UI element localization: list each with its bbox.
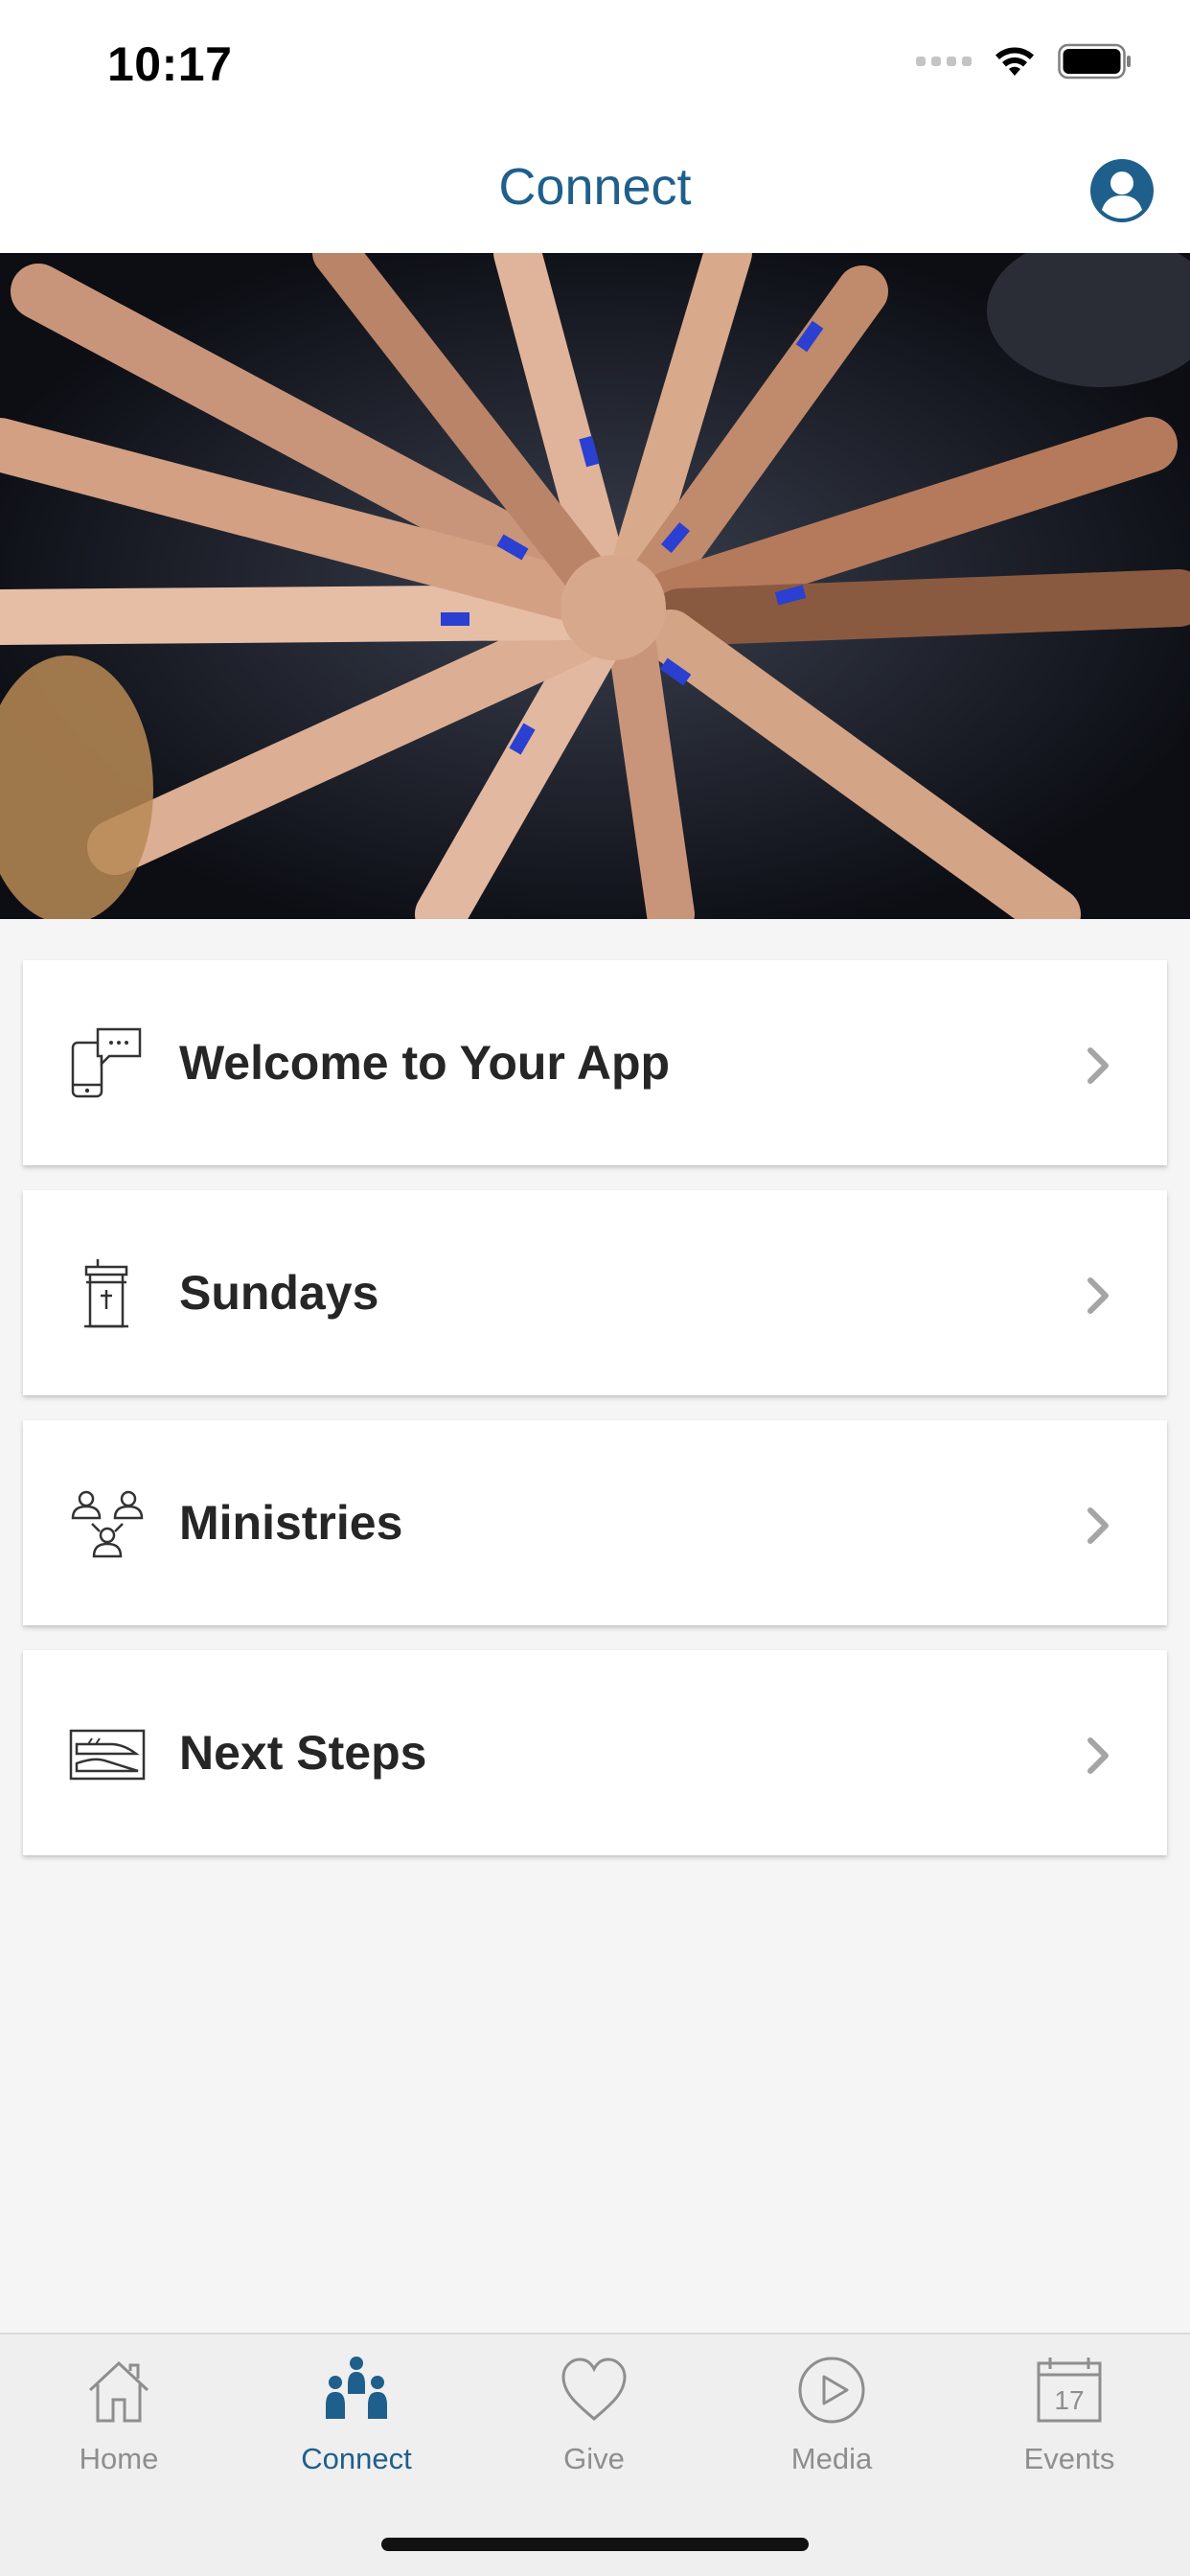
page-title: Connect [498,158,692,216]
people-group-icon [71,1490,144,1558]
menu-item-next-steps[interactable]: Next Steps [23,1650,1167,1855]
home-indicator[interactable] [381,2538,809,2551]
calendar-day: 17 [1054,2385,1084,2415]
menu-item-label: Sundays [179,1266,379,1320]
tab-label: Home [79,2442,159,2475]
tab-connect[interactable]: Connect [238,2334,475,2517]
status-bar: 10:17 [0,0,1190,128]
menu-item-label: Ministries [179,1496,403,1550]
tab-label: Events [1023,2442,1115,2475]
profile-button[interactable] [1088,157,1156,224]
menu-item-label: Next Steps [179,1726,427,1780]
tab-label: Media [790,2442,873,2475]
shoes-step-icon [69,1729,146,1781]
hero-image [0,253,1190,919]
tab-label: Give [563,2442,625,2475]
status-time: 10:17 [107,37,233,91]
wifi-icon [995,47,1034,76]
menu-item-sundays[interactable]: Sundays [23,1190,1167,1395]
chevron-right-icon [1087,1277,1109,1314]
phone-chat-icon [71,1027,142,1098]
tab-media[interactable]: Media [713,2334,950,2517]
user-avatar-icon [1090,159,1154,222]
tab-events[interactable]: 17 Events [950,2334,1188,2517]
play-icon [798,2357,865,2424]
people-icon [326,2357,387,2419]
chevron-right-icon [1087,1047,1109,1084]
calendar-icon: 17 [1037,2358,1102,2423]
chevron-right-icon [1087,1507,1109,1544]
hands-together-image [0,253,1190,919]
status-icons [916,42,1133,80]
menu-list: Welcome to Your App Sundays Ministries N… [23,960,1167,1880]
menu-item-welcome[interactable]: Welcome to Your App [23,960,1167,1165]
chevron-right-icon [1087,1737,1109,1774]
heart-icon [561,2358,627,2421]
pulpit-icon [84,1259,128,1328]
tab-give[interactable]: Give [475,2334,713,2517]
home-icon [88,2360,149,2423]
menu-item-label: Welcome to Your App [179,1036,671,1090]
battery-icon [1058,43,1131,80]
menu-item-ministries[interactable]: Ministries [23,1420,1167,1625]
tab-label: Connect [301,2442,412,2475]
cellular-signal-icon [916,57,972,66]
tab-home[interactable]: Home [0,2334,238,2517]
navigation-header: Connect [0,128,1190,253]
